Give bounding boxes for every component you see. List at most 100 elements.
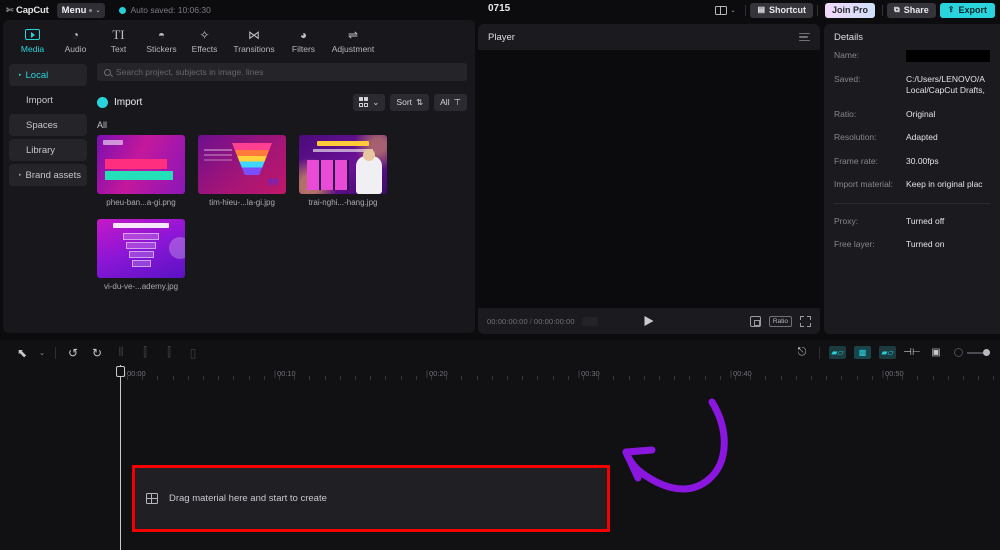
media-item[interactable]: pheu-ban...a-gi.png bbox=[97, 135, 185, 207]
layout-button[interactable]: ⌄ bbox=[709, 5, 741, 15]
divider bbox=[882, 4, 884, 16]
select-arrow-icon[interactable]: ⬉ bbox=[10, 343, 34, 363]
ruler-minor-tick bbox=[811, 376, 812, 380]
tab-label: Transitions bbox=[233, 44, 275, 54]
snapshot-icon[interactable]: ▣ bbox=[924, 343, 948, 363]
media-thumbnail[interactable] bbox=[299, 135, 387, 194]
tab-label: Stickers bbox=[146, 44, 177, 54]
autosave-text: Auto saved: 10:06:30 bbox=[130, 5, 211, 15]
tab-stickers[interactable]: ◓ Stickers bbox=[140, 24, 183, 55]
media-thumbnail[interactable] bbox=[97, 135, 185, 194]
search-placeholder: Search project, subjects in image. lines bbox=[116, 67, 264, 77]
ruler-minor-tick bbox=[628, 376, 630, 380]
text-icon: TI bbox=[112, 26, 125, 42]
media-item[interactable]: trai-nghi...-hang.jpg bbox=[299, 135, 387, 207]
sidebar-item-spaces[interactable]: Spaces bbox=[9, 114, 87, 136]
zoom-slider[interactable] bbox=[954, 348, 990, 357]
share-label: Share bbox=[903, 5, 929, 15]
media-content: Search project, subjects in image. lines… bbox=[93, 58, 475, 333]
slider-handle[interactable] bbox=[983, 349, 990, 356]
mirror-icon[interactable]: ▰▱ bbox=[829, 346, 846, 359]
ruler-minor-tick bbox=[689, 376, 691, 380]
media-item[interactable]: 99 tim-hieu-...la-gi.jpg bbox=[198, 135, 286, 207]
ruler-minor-tick bbox=[826, 376, 828, 380]
menu-button[interactable]: Menu ⌄ bbox=[56, 2, 106, 18]
undo-icon[interactable]: ↺ bbox=[61, 343, 85, 363]
shortcut-button[interactable]: ▤ Shortcut bbox=[750, 2, 814, 18]
share-button[interactable]: ⧉ Share bbox=[887, 2, 936, 18]
sidebar-item-import[interactable]: Import bbox=[9, 89, 87, 111]
ratio-button[interactable]: Ratio bbox=[768, 315, 792, 327]
ruler-minor-tick bbox=[947, 376, 949, 380]
audio-note-icon: ◔ bbox=[71, 27, 80, 42]
timeline-ruler[interactable]: 00:00 00:10 00:20 00:30 00:40 00:50 bbox=[120, 365, 1000, 387]
freeze-icon[interactable]: ⊣⊢ bbox=[900, 343, 924, 363]
sort-icon: ⇅ bbox=[416, 96, 424, 107]
keyboard-icon: ▤ bbox=[757, 5, 766, 14]
join-pro-button[interactable]: Join Pro bbox=[825, 2, 876, 18]
playhead-handle[interactable] bbox=[116, 366, 125, 377]
project-title: 0715 bbox=[488, 3, 511, 14]
ruler-minor-tick bbox=[613, 376, 615, 380]
trim-left-icon[interactable]: ⫿ bbox=[133, 343, 157, 363]
tab-effects[interactable]: ✧ Effects bbox=[183, 24, 226, 55]
player-stage[interactable] bbox=[478, 50, 820, 308]
tab-text[interactable]: TI Text bbox=[97, 24, 140, 55]
detail-value: Turned off bbox=[906, 215, 945, 226]
ruler-minor-tick bbox=[795, 376, 797, 380]
microphone-icon[interactable]: ⎋ bbox=[790, 343, 814, 363]
media-thumbnail[interactable] bbox=[97, 219, 185, 278]
import-button[interactable]: Import bbox=[97, 96, 143, 108]
sort-button[interactable]: Sort ⇅ bbox=[390, 93, 430, 111]
tab-media[interactable]: Media bbox=[11, 24, 54, 54]
play-icon[interactable] bbox=[644, 316, 654, 326]
ruler-minor-tick bbox=[719, 376, 721, 380]
media-thumbnail[interactable]: 99 bbox=[198, 135, 286, 194]
detail-key: Free layer: bbox=[834, 239, 875, 250]
player-controls: 00:00:00:00/00:00:00:00 Ratio bbox=[478, 308, 820, 334]
zoom-out-icon[interactable] bbox=[954, 348, 963, 357]
sidebar-item-library[interactable]: Library bbox=[9, 139, 87, 161]
media-item[interactable]: vi-du-ve-...ademy.jpg bbox=[97, 219, 185, 291]
crop-icon[interactable] bbox=[749, 315, 761, 327]
sidebar-item-local[interactable]: ▸ Local bbox=[9, 64, 87, 86]
detail-row-proxy: Proxy: Turned off bbox=[824, 216, 1000, 227]
timeline-dropzone[interactable]: Drag material here and start to create bbox=[132, 465, 610, 532]
sidebar-item-brand-assets[interactable]: ▸ Brand assets bbox=[9, 164, 87, 186]
ruler-tick: 00:30 bbox=[578, 369, 600, 378]
auto-captions-icon[interactable]: ▩ bbox=[854, 346, 871, 359]
export-button[interactable]: ⇪ Export bbox=[939, 2, 995, 18]
delete-icon[interactable]: ▯ bbox=[181, 343, 205, 363]
ruler-minor-tick bbox=[355, 376, 356, 380]
tab-adjustment[interactable]: ⇌ Adjustment bbox=[325, 24, 381, 55]
tab-label: Media bbox=[20, 44, 45, 54]
ruler-minor-tick bbox=[841, 376, 843, 380]
hamburger-icon[interactable] bbox=[799, 32, 810, 42]
fullscreen-icon[interactable] bbox=[800, 315, 811, 327]
zoom-level-box[interactable] bbox=[581, 316, 598, 326]
ruler-minor-tick bbox=[263, 376, 265, 380]
media-view-controls: ⌄ Sort ⇅ All ⊤ bbox=[352, 93, 467, 111]
detail-key: Saved: bbox=[834, 74, 861, 84]
grid-view-button[interactable]: ⌄ bbox=[352, 93, 386, 111]
media-icon bbox=[25, 27, 40, 42]
filter-button[interactable]: All ⊤ bbox=[434, 93, 467, 111]
select-caret-icon[interactable]: ⌄ bbox=[34, 343, 50, 363]
tab-filters[interactable]: ◕ Filters bbox=[282, 24, 325, 55]
crop-clip-icon[interactable]: ▰▱ bbox=[879, 346, 896, 359]
sidebar-item-label: Import bbox=[26, 94, 53, 106]
ruler-tick: 00:20 bbox=[426, 369, 448, 378]
split-icon[interactable]: ⫴ bbox=[109, 343, 133, 363]
redo-icon[interactable]: ↻ bbox=[85, 343, 109, 363]
detail-row-resolution: Resolution: Adapted bbox=[824, 132, 1000, 143]
search-input[interactable]: Search project, subjects in image. lines bbox=[97, 63, 467, 81]
tab-audio[interactable]: ◔ Audio bbox=[54, 24, 97, 55]
detail-value: Turned on bbox=[906, 239, 945, 250]
playhead-line[interactable] bbox=[120, 365, 121, 550]
detail-key: Resolution: bbox=[834, 132, 877, 143]
import-label: Import bbox=[114, 96, 143, 108]
tab-transitions[interactable]: ⋈ Transitions bbox=[226, 24, 282, 55]
total-time: 00:00:00:00 bbox=[533, 316, 575, 326]
trim-right-icon[interactable]: ⫿ bbox=[157, 343, 181, 363]
sidebar-item-label: Local bbox=[25, 69, 49, 81]
